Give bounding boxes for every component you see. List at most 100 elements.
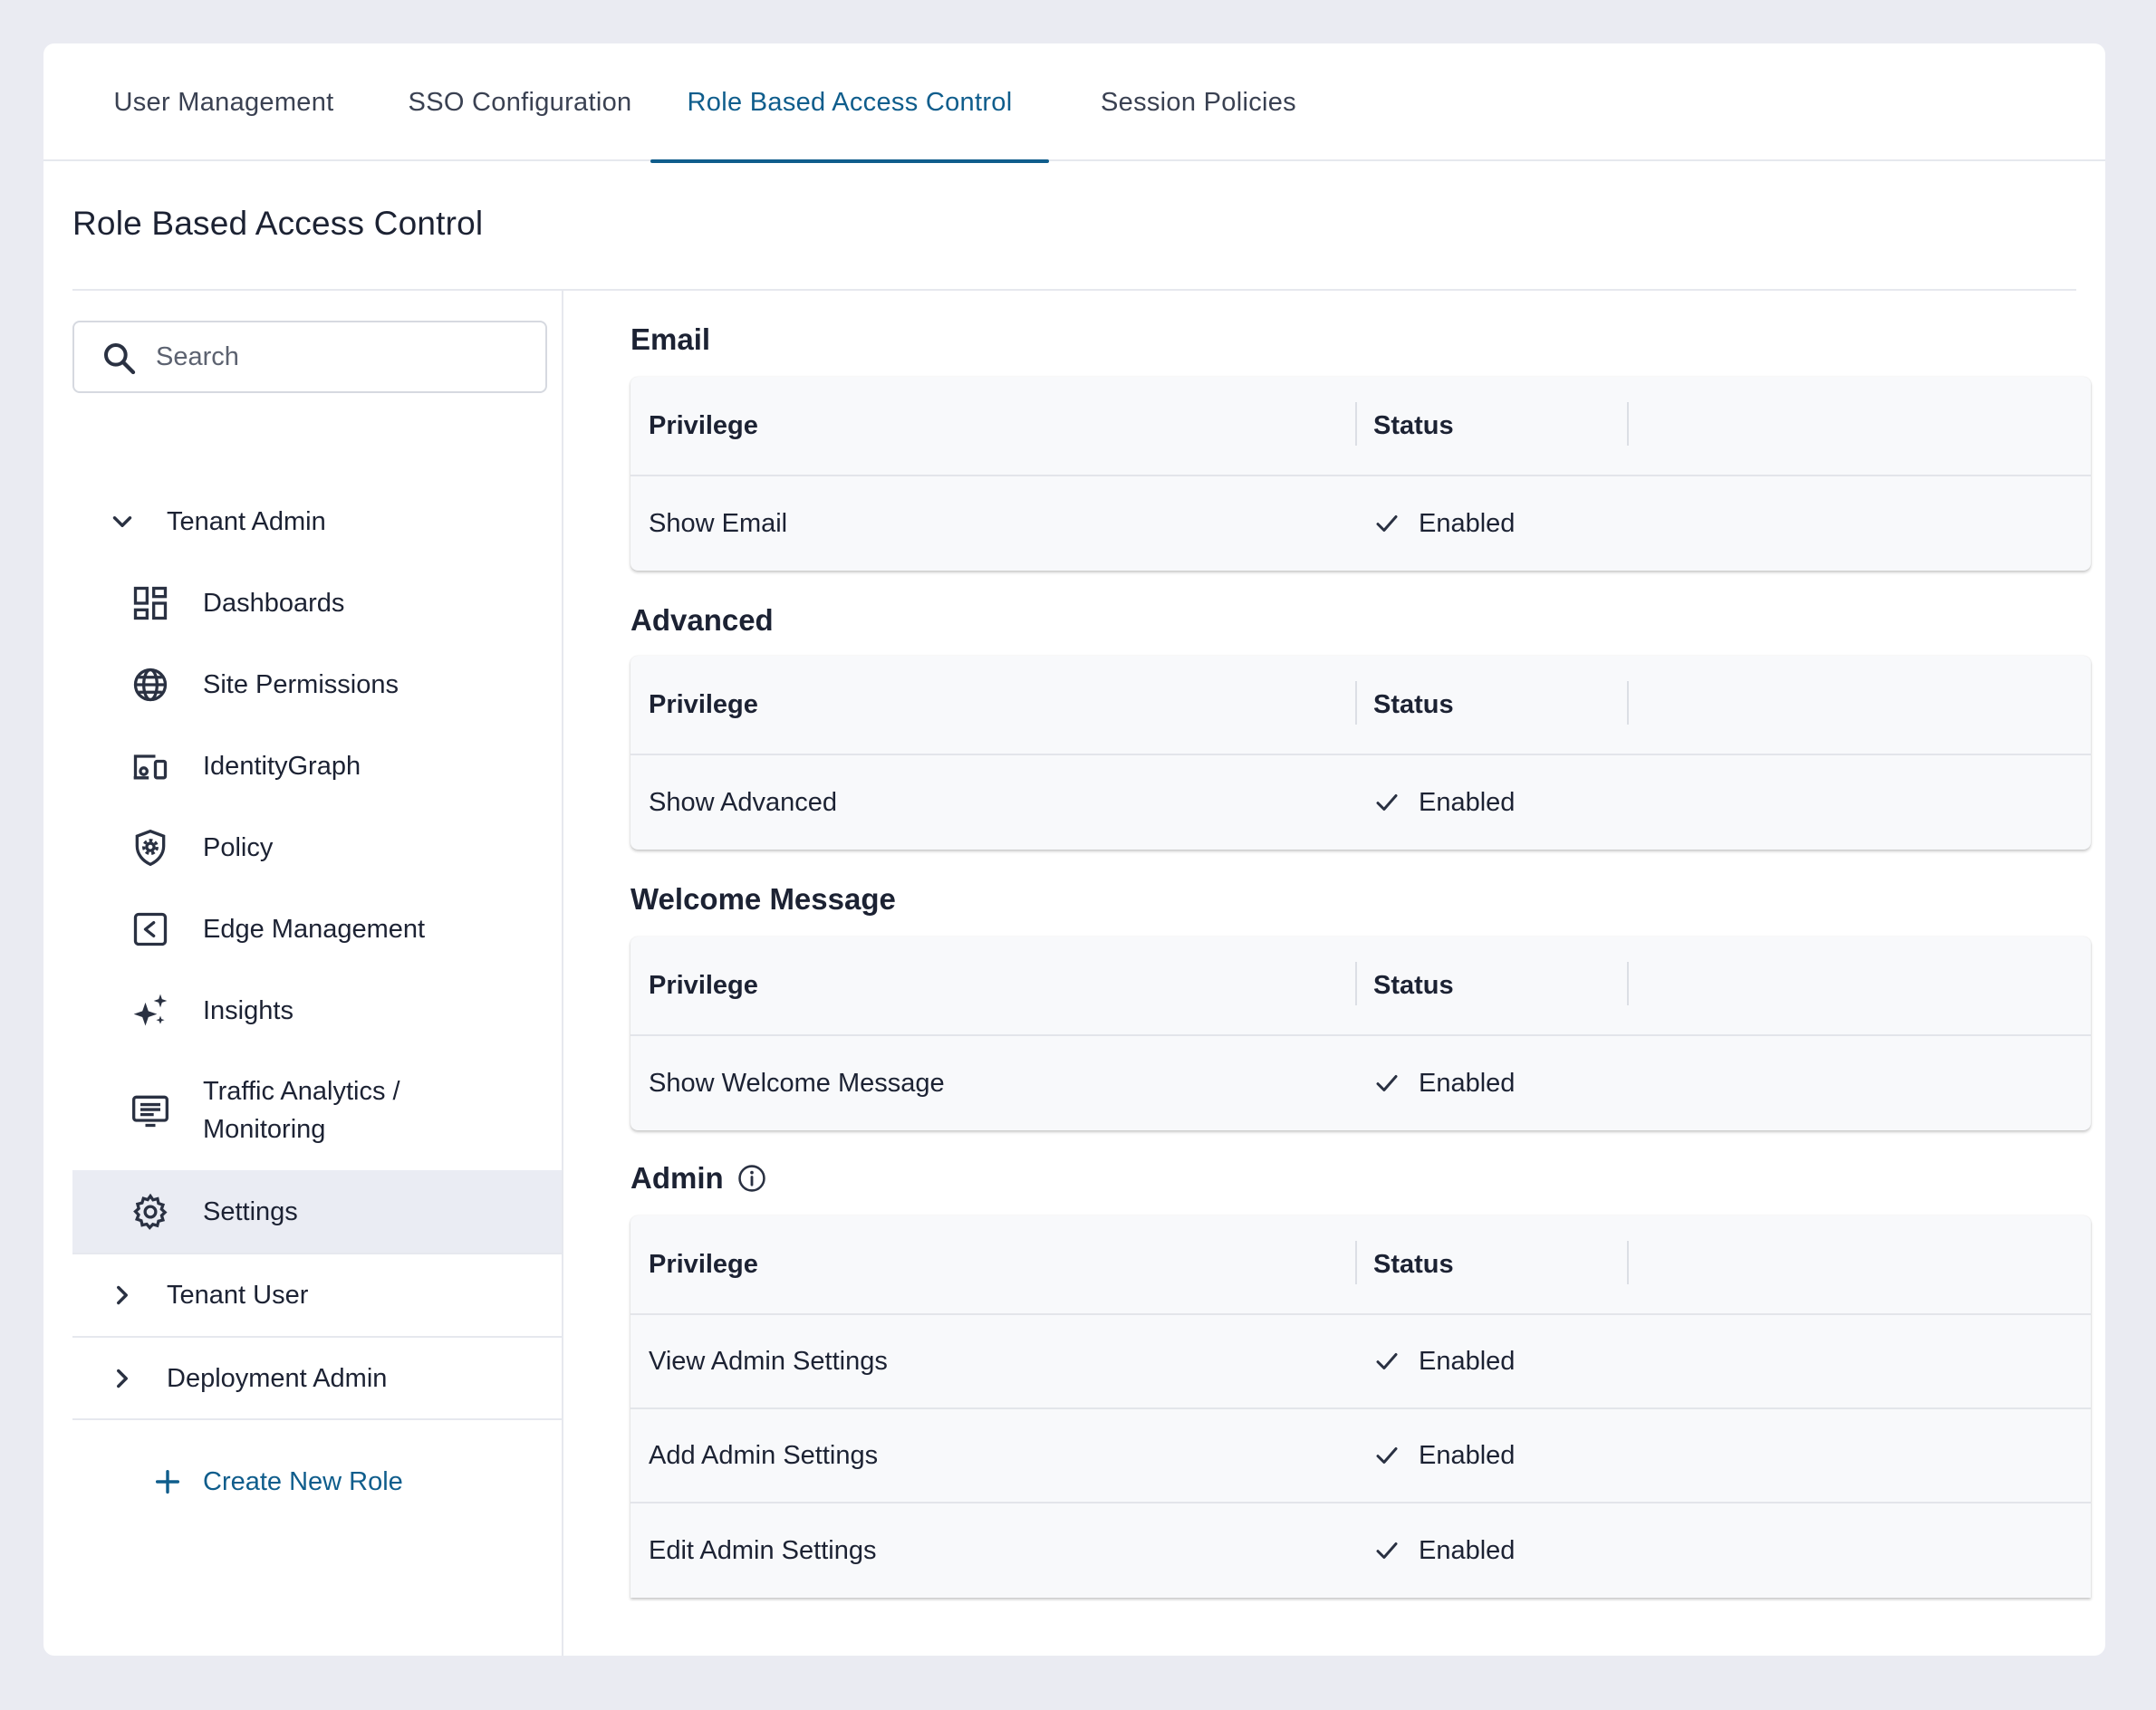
create-new-role-button[interactable]: Create New Role: [72, 1453, 562, 1511]
table-header: Privilege Status: [630, 937, 2091, 1036]
label-line-2: Monitoring: [203, 1115, 326, 1144]
status-text: Enabled: [1419, 787, 1516, 817]
tree-divider: [72, 1418, 562, 1420]
column-header-privilege: Privilege: [649, 970, 758, 1000]
section-title-email: Email: [630, 322, 710, 357]
status-text: Enabled: [1419, 508, 1516, 538]
dashboard-icon: [133, 586, 168, 620]
sparkle-icon: [133, 994, 168, 1026]
column-separator: [1355, 681, 1357, 725]
tab-role-based-access-control[interactable]: Role Based Access Control: [650, 43, 1049, 163]
column-header-status: Status: [1373, 410, 1454, 440]
status-cell: Enabled: [1373, 1036, 1515, 1130]
privilege-table-welcome-message: Privilege Status Show Welcome Message En…: [630, 937, 2091, 1130]
column-header-privilege: Privilege: [649, 1249, 758, 1279]
tree-deployment-admin[interactable]: Deployment Admin: [72, 1346, 562, 1411]
section-title-text: Advanced: [630, 603, 774, 637]
table-header: Privilege Status: [630, 1215, 2091, 1315]
column-separator: [1355, 1241, 1357, 1284]
role-search[interactable]: [72, 321, 547, 393]
table-row: Edit Admin Settings Enabled: [630, 1503, 2091, 1598]
column-header-status: Status: [1373, 1249, 1454, 1279]
column-separator: [1627, 402, 1629, 446]
sidebar-item-site-permissions[interactable]: Site Permissions: [72, 658, 562, 712]
info-icon[interactable]: [736, 1163, 767, 1194]
chevron-right-icon: [117, 1369, 128, 1388]
tree-label: Tenant User: [167, 1280, 309, 1310]
label-line-1: Traffic Analytics /: [203, 1077, 400, 1106]
column-separator: [1627, 962, 1629, 1005]
status-cell: Enabled: [1373, 476, 1515, 571]
sidebar-item-settings[interactable]: Settings: [72, 1170, 562, 1254]
tree-divider: [72, 1253, 562, 1254]
privilege-name: Show Advanced: [649, 787, 837, 817]
sidebar-item-label: Insights: [203, 996, 294, 1025]
column-separator: [1627, 681, 1629, 725]
column-separator: [1355, 402, 1357, 446]
check-icon: [1376, 1447, 1398, 1464]
table-row: Add Admin Settings Enabled: [630, 1409, 2091, 1503]
globe-icon: [133, 668, 168, 702]
sidebar-item-traffic-analytics[interactable]: Traffic Analytics / Monitoring: [72, 1065, 562, 1156]
sidebar-item-edge-management[interactable]: Edge Management: [72, 902, 562, 956]
tab-sso-configuration[interactable]: SSO Configuration: [384, 43, 656, 161]
status-cell: Enabled: [1373, 1409, 1515, 1502]
sidebar-item-label: Settings: [203, 1197, 298, 1226]
section-title-welcome-message: Welcome Message: [630, 882, 896, 917]
privilege-table-advanced: Privilege Status Show Advanced Enabled: [630, 656, 2091, 850]
sidebar-item-label: Site Permissions: [203, 670, 399, 699]
check-icon: [1376, 515, 1398, 532]
chevron-right-icon: [117, 1285, 128, 1305]
column-separator: [1355, 962, 1357, 1005]
tab-bar: User Management SSO Configuration Role B…: [43, 43, 2105, 163]
sidebar-item-insights[interactable]: Insights: [72, 984, 562, 1038]
sidebar-item-identitygraph[interactable]: IdentityGraph: [72, 739, 562, 793]
section-title-admin: Admin: [630, 1161, 767, 1196]
tab-user-management[interactable]: User Management: [101, 43, 346, 161]
tree-tenant-admin[interactable]: Tenant Admin: [72, 493, 562, 551]
column-header-status: Status: [1373, 689, 1454, 719]
status-text: Enabled: [1419, 1346, 1516, 1376]
search-icon: [104, 343, 136, 375]
check-icon: [1376, 1542, 1398, 1559]
privilege-name: View Admin Settings: [649, 1346, 888, 1376]
privilege-table-email: Privilege Status Show Email Enabled: [630, 377, 2091, 571]
rbac-card: User Management SSO Configuration Role B…: [43, 43, 2105, 1656]
check-icon: [1376, 794, 1398, 811]
privilege-table-admin: Privilege Status View Admin Settings Ena…: [630, 1215, 2091, 1598]
column-header-status: Status: [1373, 970, 1454, 1000]
privilege-name: Add Admin Settings: [649, 1440, 879, 1470]
table-header: Privilege Status: [630, 656, 2091, 755]
gear-icon: [133, 1193, 168, 1230]
sidebar-item-label: IdentityGraph: [203, 752, 361, 781]
page-title: Role Based Access Control: [72, 205, 484, 242]
section-title-text: Welcome Message: [630, 882, 896, 916]
sidebar-item-label: Edge Management: [203, 915, 426, 944]
shield-gear-icon: [135, 829, 166, 867]
create-new-role-label: Create New Role: [203, 1466, 403, 1496]
devices-icon: [133, 754, 168, 780]
sidebar-item-policy[interactable]: Policy: [72, 821, 562, 875]
status-cell: Enabled: [1373, 1315, 1515, 1407]
privileges-panel: Email Privilege Status Show Email Enable…: [563, 290, 2105, 1601]
check-icon: [1376, 1353, 1398, 1369]
sidebar-item-dashboards[interactable]: Dashboards: [72, 576, 562, 630]
privilege-name: Show Welcome Message: [649, 1068, 945, 1098]
chevron-down-icon: [112, 516, 132, 527]
status-text: Enabled: [1419, 1535, 1516, 1565]
privilege-name: Edit Admin Settings: [649, 1535, 877, 1565]
check-icon: [1376, 1075, 1398, 1091]
sidebar-item-label: Dashboards: [203, 589, 345, 618]
table-row: Show Email Enabled: [630, 476, 2091, 571]
tree-tenant-user[interactable]: Tenant User: [72, 1263, 562, 1328]
status-cell: Enabled: [1373, 1503, 1515, 1598]
status-text: Enabled: [1419, 1068, 1516, 1098]
search-input[interactable]: [156, 333, 536, 380]
section-title-advanced: Advanced: [630, 603, 774, 638]
status-text: Enabled: [1419, 1440, 1516, 1470]
table-row: Show Advanced Enabled: [630, 755, 2091, 850]
tab-session-policies[interactable]: Session Policies: [1076, 43, 1321, 161]
column-header-privilege: Privilege: [649, 689, 758, 719]
privilege-name: Show Email: [649, 508, 788, 538]
column-header-privilege: Privilege: [649, 410, 758, 440]
